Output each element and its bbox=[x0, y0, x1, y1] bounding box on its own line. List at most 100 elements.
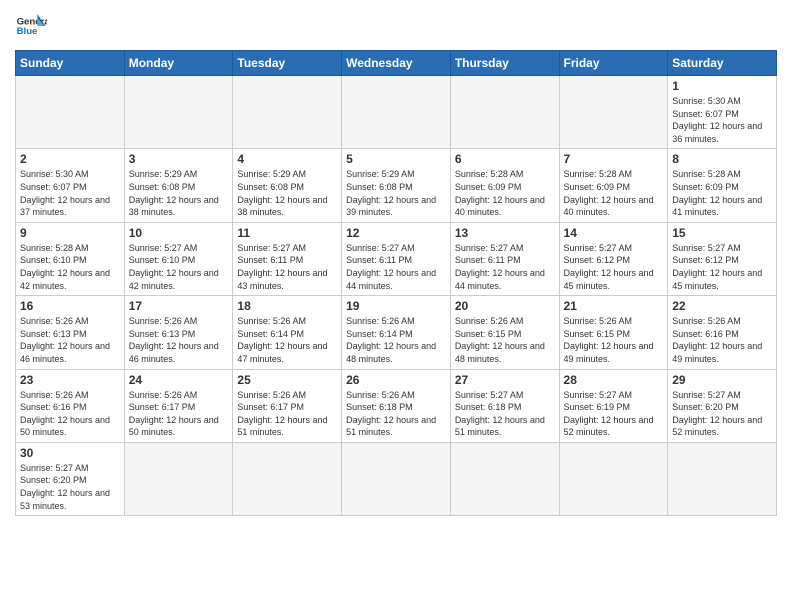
day-info: Sunrise: 5:27 AMSunset: 6:18 PMDaylight:… bbox=[455, 389, 555, 439]
day-info: Sunrise: 5:26 AMSunset: 6:14 PMDaylight:… bbox=[346, 315, 446, 365]
day-info: Sunrise: 5:27 AMSunset: 6:19 PMDaylight:… bbox=[564, 389, 664, 439]
day-info: Sunrise: 5:27 AMSunset: 6:11 PMDaylight:… bbox=[455, 242, 555, 292]
day-info: Sunrise: 5:29 AMSunset: 6:08 PMDaylight:… bbox=[129, 168, 229, 218]
day-info: Sunrise: 5:26 AMSunset: 6:15 PMDaylight:… bbox=[564, 315, 664, 365]
day-cell: 16 Sunrise: 5:26 AMSunset: 6:13 PMDayligh… bbox=[16, 296, 125, 369]
day-cell bbox=[342, 76, 451, 149]
day-number: 4 bbox=[237, 152, 337, 166]
day-number: 21 bbox=[564, 299, 664, 313]
day-number: 22 bbox=[672, 299, 772, 313]
day-cell: 11 Sunrise: 5:27 AMSunset: 6:11 PMDayligh… bbox=[233, 222, 342, 295]
day-info: Sunrise: 5:26 AMSunset: 6:17 PMDaylight:… bbox=[237, 389, 337, 439]
day-cell bbox=[450, 76, 559, 149]
day-cell: 17Sunrise: 5:26 AMSunset: 6:13 PMDayligh… bbox=[124, 296, 233, 369]
day-info: Sunrise: 5:27 AMSunset: 6:11 PMDaylight:… bbox=[346, 242, 446, 292]
day-cell: 30 Sunrise: 5:27 AMSunset: 6:20 PMDayligh… bbox=[16, 442, 125, 515]
day-number: 18 bbox=[237, 299, 337, 313]
day-cell bbox=[559, 442, 668, 515]
day-cell: 8Sunrise: 5:28 AMSunset: 6:09 PMDaylight… bbox=[668, 149, 777, 222]
day-number: 9 bbox=[20, 226, 120, 240]
day-number: 28 bbox=[564, 373, 664, 387]
day-number: 7 bbox=[564, 152, 664, 166]
day-info: Sunrise: 5:28 AMSunset: 6:10 PMDaylight:… bbox=[20, 242, 120, 292]
day-number: 29 bbox=[672, 373, 772, 387]
weekday-header-sunday: Sunday bbox=[16, 51, 125, 76]
day-cell: 7 Sunrise: 5:28 AMSunset: 6:09 PMDaylight… bbox=[559, 149, 668, 222]
day-cell bbox=[668, 442, 777, 515]
day-cell: 20 Sunrise: 5:26 AMSunset: 6:15 PMDayligh… bbox=[450, 296, 559, 369]
day-cell: 9 Sunrise: 5:28 AMSunset: 6:10 PMDaylight… bbox=[16, 222, 125, 295]
day-cell: 15 Sunrise: 5:27 AMSunset: 6:12 PMDayligh… bbox=[668, 222, 777, 295]
day-number: 25 bbox=[237, 373, 337, 387]
header: General Blue bbox=[15, 10, 777, 42]
day-cell bbox=[342, 442, 451, 515]
weekday-header-saturday: Saturday bbox=[668, 51, 777, 76]
day-info: Sunrise: 5:27 AMSunset: 6:20 PMDaylight:… bbox=[20, 462, 120, 512]
page: General Blue SundayMondayTuesdayWednesda… bbox=[0, 0, 792, 526]
day-number: 27 bbox=[455, 373, 555, 387]
day-cell: 27 Sunrise: 5:27 AMSunset: 6:18 PMDayligh… bbox=[450, 369, 559, 442]
day-number: 20 bbox=[455, 299, 555, 313]
day-number: 30 bbox=[20, 446, 120, 460]
day-cell: 6 Sunrise: 5:28 AMSunset: 6:09 PMDaylight… bbox=[450, 149, 559, 222]
day-number: 6 bbox=[455, 152, 555, 166]
day-info: Sunrise: 5:30 AMSunset: 6:07 PMDaylight:… bbox=[672, 95, 772, 145]
day-number: 26 bbox=[346, 373, 446, 387]
day-number: 19 bbox=[346, 299, 446, 313]
day-cell: 14 Sunrise: 5:27 AMSunset: 6:12 PMDayligh… bbox=[559, 222, 668, 295]
day-cell bbox=[124, 76, 233, 149]
svg-text:Blue: Blue bbox=[17, 26, 38, 37]
day-number: 16 bbox=[20, 299, 120, 313]
day-info: Sunrise: 5:26 AMSunset: 6:18 PMDaylight:… bbox=[346, 389, 446, 439]
day-info: Sunrise: 5:26 AMSunset: 6:16 PMDaylight:… bbox=[20, 389, 120, 439]
day-info: Sunrise: 5:27 AMSunset: 6:11 PMDaylight:… bbox=[237, 242, 337, 292]
day-cell: 28 Sunrise: 5:27 AMSunset: 6:19 PMDayligh… bbox=[559, 369, 668, 442]
day-cell bbox=[233, 76, 342, 149]
day-cell: 19 Sunrise: 5:26 AMSunset: 6:14 PMDayligh… bbox=[342, 296, 451, 369]
day-info: Sunrise: 5:27 AMSunset: 6:10 PMDaylight:… bbox=[129, 242, 229, 292]
day-cell: 1Sunrise: 5:30 AMSunset: 6:07 PMDaylight… bbox=[668, 76, 777, 149]
day-info: Sunrise: 5:30 AMSunset: 6:07 PMDaylight:… bbox=[20, 168, 120, 218]
day-number: 12 bbox=[346, 226, 446, 240]
weekday-header-wednesday: Wednesday bbox=[342, 51, 451, 76]
weekday-header-tuesday: Tuesday bbox=[233, 51, 342, 76]
weekday-header-thursday: Thursday bbox=[450, 51, 559, 76]
day-cell: 2 Sunrise: 5:30 AMSunset: 6:07 PMDaylight… bbox=[16, 149, 125, 222]
day-cell: 4 Sunrise: 5:29 AMSunset: 6:08 PMDaylight… bbox=[233, 149, 342, 222]
day-info: Sunrise: 5:28 AMSunset: 6:09 PMDaylight:… bbox=[455, 168, 555, 218]
week-row-4: 23Sunrise: 5:26 AMSunset: 6:16 PMDayligh… bbox=[16, 369, 777, 442]
day-cell bbox=[16, 76, 125, 149]
logo-icon: General Blue bbox=[15, 10, 47, 42]
day-info: Sunrise: 5:28 AMSunset: 6:09 PMDaylight:… bbox=[564, 168, 664, 218]
day-info: Sunrise: 5:26 AMSunset: 6:16 PMDaylight:… bbox=[672, 315, 772, 365]
day-info: Sunrise: 5:26 AMSunset: 6:15 PMDaylight:… bbox=[455, 315, 555, 365]
day-info: Sunrise: 5:27 AMSunset: 6:20 PMDaylight:… bbox=[672, 389, 772, 439]
day-cell: 24Sunrise: 5:26 AMSunset: 6:17 PMDayligh… bbox=[124, 369, 233, 442]
day-cell: 18Sunrise: 5:26 AMSunset: 6:14 PMDayligh… bbox=[233, 296, 342, 369]
day-number: 5 bbox=[346, 152, 446, 166]
day-number: 3 bbox=[129, 152, 229, 166]
day-cell: 23Sunrise: 5:26 AMSunset: 6:16 PMDayligh… bbox=[16, 369, 125, 442]
day-number: 8 bbox=[672, 152, 772, 166]
day-cell bbox=[124, 442, 233, 515]
day-cell: 21 Sunrise: 5:26 AMSunset: 6:15 PMDayligh… bbox=[559, 296, 668, 369]
day-info: Sunrise: 5:27 AMSunset: 6:12 PMDaylight:… bbox=[564, 242, 664, 292]
week-row-0: 1Sunrise: 5:30 AMSunset: 6:07 PMDaylight… bbox=[16, 76, 777, 149]
day-cell: 22 Sunrise: 5:26 AMSunset: 6:16 PMDayligh… bbox=[668, 296, 777, 369]
day-info: Sunrise: 5:26 AMSunset: 6:13 PMDaylight:… bbox=[20, 315, 120, 365]
day-cell: 26 Sunrise: 5:26 AMSunset: 6:18 PMDayligh… bbox=[342, 369, 451, 442]
day-number: 14 bbox=[564, 226, 664, 240]
weekday-header-friday: Friday bbox=[559, 51, 668, 76]
week-row-3: 16 Sunrise: 5:26 AMSunset: 6:13 PMDayligh… bbox=[16, 296, 777, 369]
week-row-1: 2 Sunrise: 5:30 AMSunset: 6:07 PMDaylight… bbox=[16, 149, 777, 222]
day-cell: 25 Sunrise: 5:26 AMSunset: 6:17 PMDayligh… bbox=[233, 369, 342, 442]
day-number: 15 bbox=[672, 226, 772, 240]
day-number: 11 bbox=[237, 226, 337, 240]
day-info: Sunrise: 5:29 AMSunset: 6:08 PMDaylight:… bbox=[237, 168, 337, 218]
day-info: Sunrise: 5:27 AMSunset: 6:12 PMDaylight:… bbox=[672, 242, 772, 292]
day-number: 13 bbox=[455, 226, 555, 240]
logo: General Blue bbox=[15, 10, 47, 42]
calendar: SundayMondayTuesdayWednesdayThursdayFrid… bbox=[15, 50, 777, 516]
weekday-header-monday: Monday bbox=[124, 51, 233, 76]
day-number: 2 bbox=[20, 152, 120, 166]
